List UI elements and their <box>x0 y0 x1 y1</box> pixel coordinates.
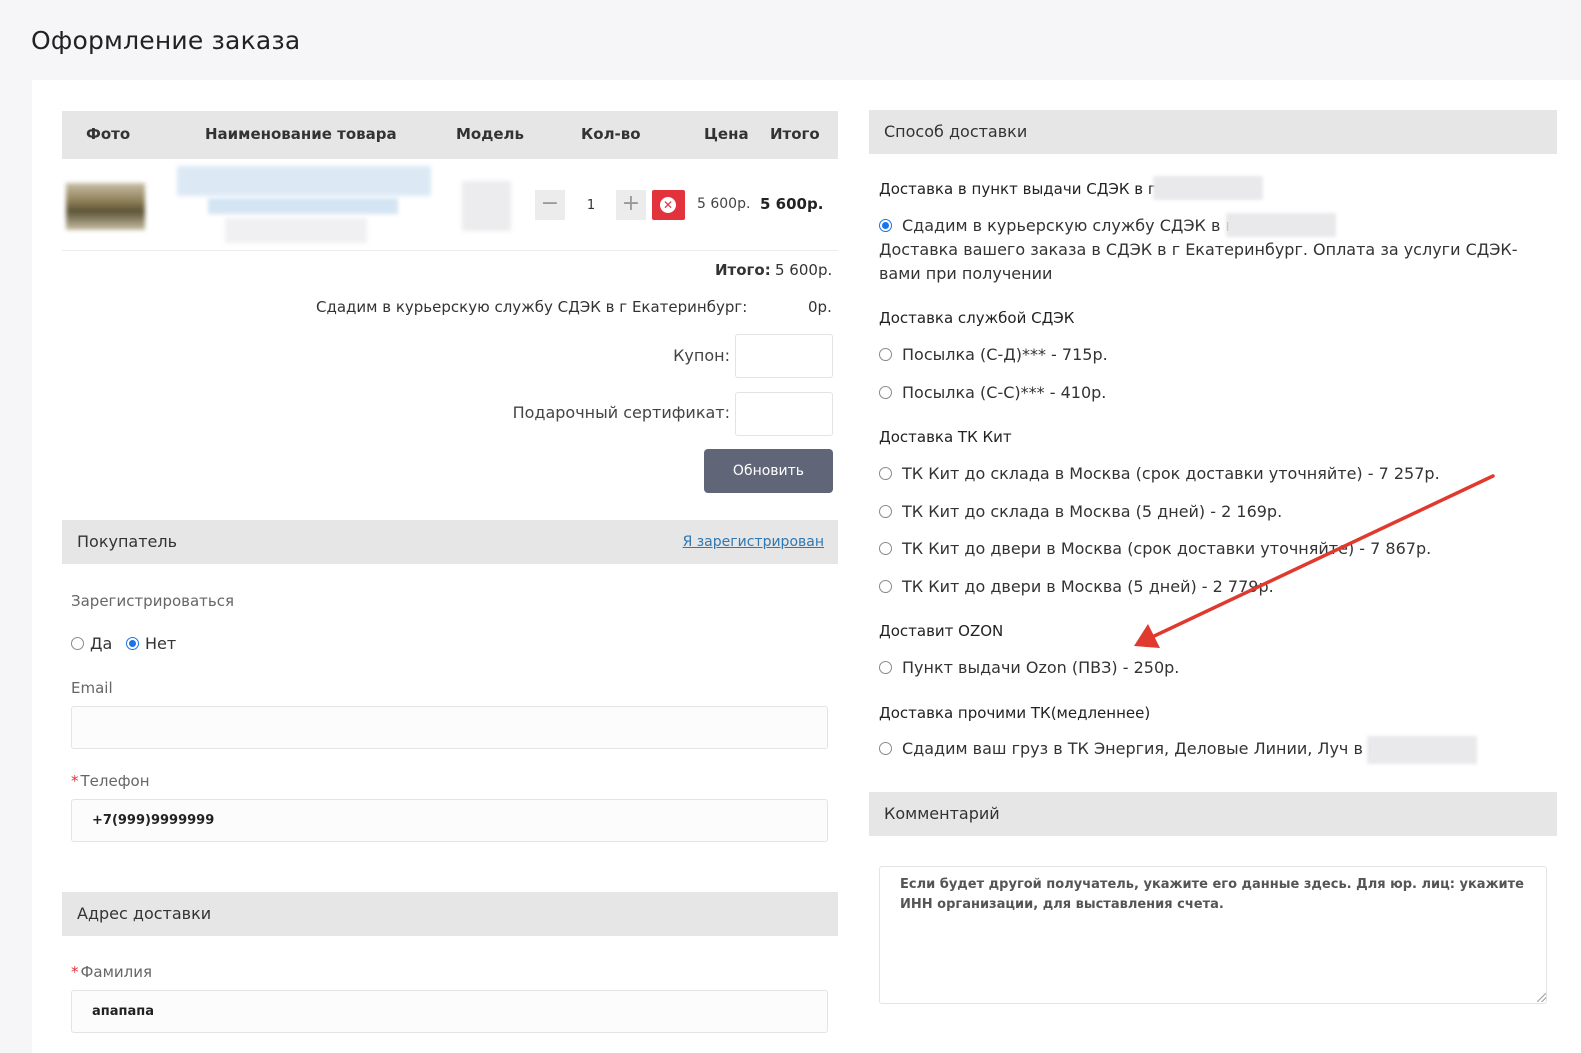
comment-section-header: Комментарий <box>869 792 1557 836</box>
comment-textarea[interactable] <box>879 866 1547 1004</box>
comment-header: Комментарий <box>884 804 1000 823</box>
resize-handle-icon[interactable] <box>1537 993 1546 1002</box>
